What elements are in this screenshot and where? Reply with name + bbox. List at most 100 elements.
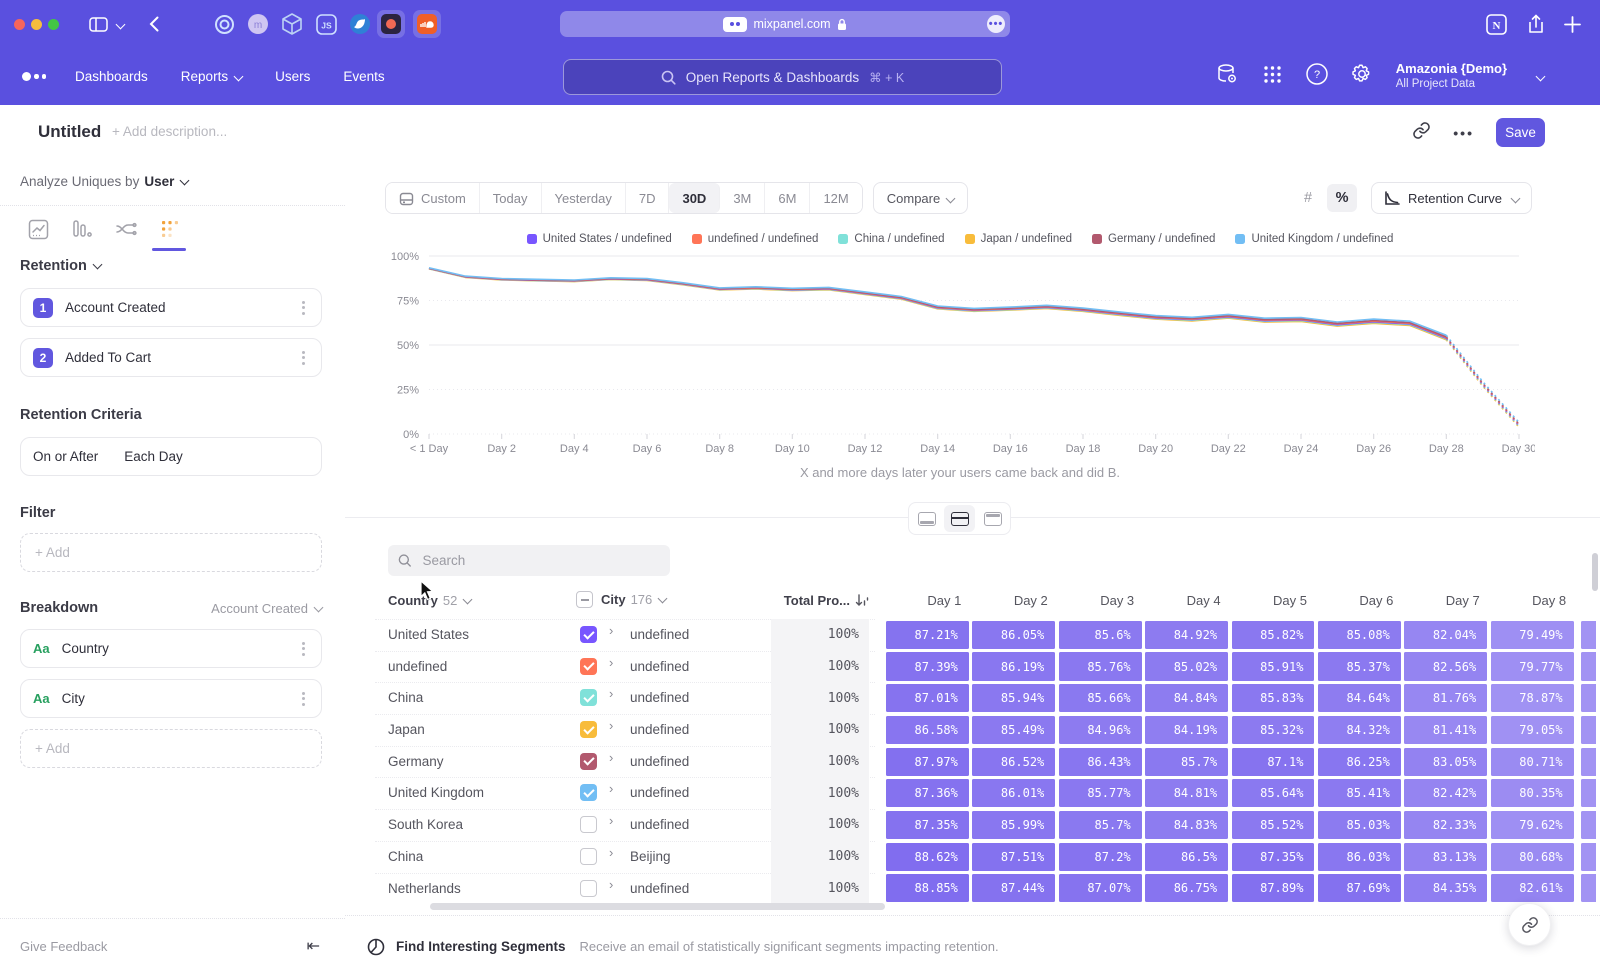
city-column-header[interactable]: City176 [576,591,666,608]
criteria-each-day[interactable]: Each Day [124,449,309,464]
total-column-header[interactable]: Total Pro... [759,593,869,608]
tab-retention[interactable] [154,212,186,246]
report-title[interactable]: Untitled [38,122,101,142]
copy-link-icon[interactable] [1412,121,1431,145]
back-button-icon[interactable] [140,10,168,38]
day-column-header[interactable]: Day 4 [1145,593,1231,608]
compare-button[interactable]: Compare [873,182,968,214]
unit-toggle-percent[interactable]: % [1327,184,1357,212]
data-management-icon[interactable] [1215,62,1239,91]
project-chevron-icon[interactable] [1536,72,1546,82]
address-bar[interactable]: mixpanel.com ••• [560,11,1010,37]
breakdown-card-city[interactable]: Aa City [20,679,322,718]
row-checkbox[interactable] [580,753,597,770]
tab-funnels[interactable] [66,212,98,246]
range-button-30d[interactable]: 30D [669,183,720,213]
window-zoom-button[interactable] [48,19,59,30]
day-column-header[interactable]: Day 6 [1318,593,1404,608]
row-checkbox[interactable] [580,816,597,833]
window-close-button[interactable] [14,19,25,30]
project-switcher[interactable]: Amazonia {Demo} All Project Data [1396,61,1507,92]
expand-row-chevron-icon[interactable]: › [609,813,613,828]
breakdown-scope-dropdown[interactable]: Account Created [211,601,322,616]
vertical-scrollbar[interactable] [1592,553,1598,591]
horizontal-scrollbar[interactable] [430,903,885,910]
view-split-button[interactable] [944,505,975,532]
row-checkbox[interactable] [580,626,597,643]
row-checkbox[interactable] [580,848,597,865]
expand-row-chevron-icon[interactable]: › [609,686,613,701]
expand-row-chevron-icon[interactable]: › [609,781,613,796]
range-button-custom[interactable]: Custom [386,183,480,213]
tab-group-chevron-icon[interactable] [112,10,128,38]
breakdown-card-country[interactable]: Aa Country [20,629,322,668]
mixpanel-logo[interactable] [22,72,46,81]
step-menu-icon[interactable] [298,297,309,319]
row-checkbox[interactable] [580,689,597,706]
range-button-today[interactable]: Today [480,183,542,213]
criteria-card[interactable]: On or After Each Day [20,437,322,476]
tab-flows[interactable] [110,212,142,246]
favicon-cube-icon[interactable] [278,10,306,38]
analyze-uniques-row[interactable]: Analyze Uniques byUser [20,174,188,189]
sidebar-toggle-icon[interactable] [84,10,112,38]
address-more-icon[interactable]: ••• [987,15,1005,33]
row-checkbox[interactable] [580,880,597,897]
expand-row-chevron-icon[interactable]: › [609,750,613,765]
row-checkbox[interactable] [580,784,597,801]
expand-row-chevron-icon[interactable]: › [609,655,613,670]
collapse-sidebar-icon[interactable]: ⇤ [307,936,320,956]
nav-item-events[interactable]: Events [343,69,384,84]
day-column-header[interactable]: Day 8 [1491,593,1577,608]
favicon-target-icon[interactable] [210,10,238,38]
range-button-3m[interactable]: 3M [720,183,765,213]
share-link-floating-button[interactable] [1508,903,1551,946]
more-options-icon[interactable]: ••• [1453,125,1474,141]
chart-type-button[interactable]: Retention Curve [1371,182,1532,214]
window-minimize-button[interactable] [31,19,42,30]
unit-toggle-count[interactable]: # [1293,184,1323,212]
view-table-only-button[interactable] [977,505,1008,532]
favicon-loom-icon[interactable] [377,10,405,38]
open-reports-search[interactable]: Open Reports & Dashboards ⌘ + K [563,59,1002,95]
criteria-on-or-after[interactable]: On or After [33,449,98,464]
find-segments-title[interactable]: Find Interesting Segments [396,939,566,954]
day-column-header[interactable]: Day 3 [1059,593,1145,608]
notion-extension-icon[interactable]: N [1482,10,1510,38]
favicon-m-icon[interactable]: m [244,10,272,38]
expand-row-chevron-icon[interactable]: › [609,623,613,638]
expand-row-chevron-icon[interactable]: › [609,877,613,892]
give-feedback-link[interactable]: Give Feedback [20,939,107,954]
legend-item[interactable]: Germany / undefined [1092,233,1215,245]
table-search[interactable] [388,545,670,576]
table-search-input[interactable] [420,552,660,569]
legend-item[interactable]: United Kingdom / undefined [1235,233,1393,245]
row-checkbox[interactable] [580,721,597,738]
day-column-header[interactable]: Day 5 [1232,593,1318,608]
nav-item-dashboards[interactable]: Dashboards [75,69,148,84]
filter-add-button[interactable]: + Add [20,533,322,572]
legend-item[interactable]: Japan / undefined [965,233,1072,245]
step-card-added-to-cart[interactable]: 2 Added To Cart [20,338,322,377]
range-button-12m[interactable]: 12M [810,183,861,213]
retention-section-title[interactable]: Retention [20,258,101,274]
favicon-soundcloud-icon[interactable] [413,10,441,38]
day-column-header[interactable]: Day 7 [1404,593,1490,608]
share-icon[interactable] [1522,10,1550,38]
day-column-header[interactable]: Day 1 [886,593,972,608]
legend-item[interactable]: undefined / undefined [692,233,819,245]
legend-item[interactable]: United States / undefined [527,233,672,245]
apps-grid-icon[interactable] [1262,64,1283,90]
report-description-placeholder[interactable]: + Add description... [112,124,227,139]
expand-row-chevron-icon[interactable]: › [609,718,613,733]
expand-row-chevron-icon[interactable]: › [609,845,613,860]
nav-item-reports[interactable]: Reports [181,69,242,84]
save-button[interactable]: Save [1496,118,1545,147]
settings-gear-icon[interactable] [1351,63,1373,90]
range-button-7d[interactable]: 7D [626,183,670,213]
step-card-account-created[interactable]: 1 Account Created [20,288,322,327]
day-column-header[interactable]: Day 2 [972,593,1058,608]
row-checkbox[interactable] [580,658,597,675]
range-button-6m[interactable]: 6M [765,183,810,213]
breakdown-menu-icon[interactable] [298,638,309,660]
